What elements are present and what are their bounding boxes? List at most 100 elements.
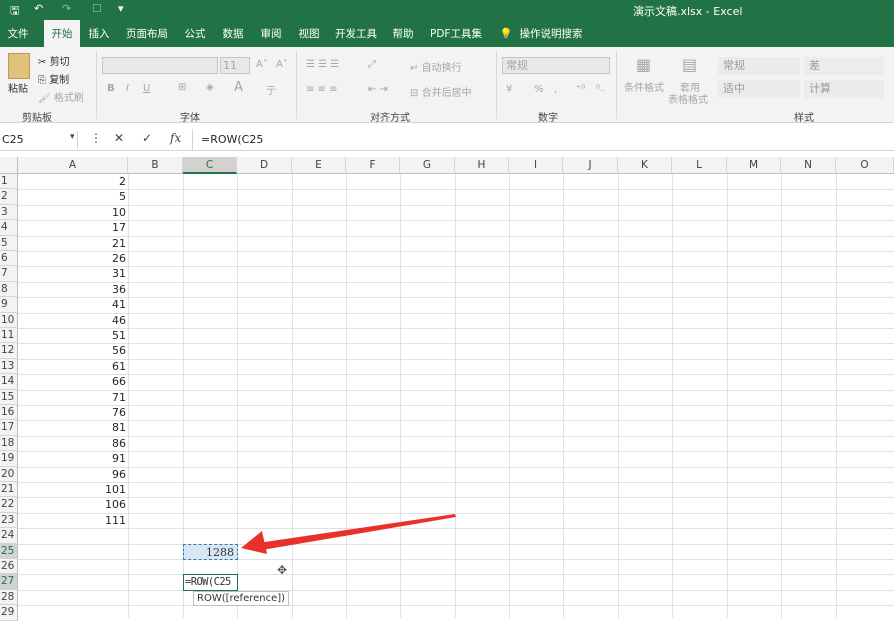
row-header-16[interactable]: 16 [0,405,18,421]
row-header-3[interactable]: 3 [0,204,18,221]
paste-button[interactable]: 粘贴 [8,80,28,95]
row-header-25[interactable]: 25 [0,543,18,559]
cell-a18[interactable]: 86 [18,436,126,451]
borders-icon[interactable]: ⊞ [178,82,186,93]
cell-a10[interactable]: 46 [18,313,126,328]
cell-a11[interactable]: 51 [18,328,126,343]
row-header-15[interactable]: 15 [0,389,18,405]
row-header-12[interactable]: 12 [0,343,18,359]
cell-a1[interactable]: 2 [18,174,126,189]
column-header-g[interactable]: G [400,157,455,174]
column-header-b[interactable]: B [128,157,183,174]
decimal-decrease-icon[interactable]: ⁰₋ [596,84,605,95]
column-header-n[interactable]: N [781,157,836,174]
font-grow-icon[interactable]: A˄ [256,59,268,70]
row-header-19[interactable]: 19 [0,451,18,467]
row-header-8[interactable]: 8 [0,281,18,298]
bold-button[interactable]: B [107,83,115,94]
row-header-27[interactable]: 27 [0,574,18,590]
redo-icon[interactable]: ↷ [62,2,71,15]
format-painter-button[interactable]: 🖌 格式刷 [38,89,84,104]
insert-function-icon[interactable]: fx [170,131,181,145]
cell-a2[interactable]: 5 [18,189,126,204]
cell-a8[interactable]: 36 [18,282,126,297]
cell-a23[interactable]: 111 [18,513,126,528]
orientation-icon[interactable]: ⤢ [368,59,376,70]
percent-button[interactable]: % [534,84,544,95]
align-top-icon[interactable]: ☰ ☰ ☰ [306,59,339,70]
tab-review[interactable]: 审阅 [254,20,288,47]
row-header-10[interactable]: 10 [0,312,18,328]
format-table-icon[interactable]: ▤ [682,55,697,74]
paste-icon[interactable] [8,53,30,79]
number-format-dropdown[interactable]: 常规 [502,57,610,74]
column-header-d[interactable]: D [237,157,292,174]
row-header-1[interactable]: 1 [0,174,18,190]
cancel-icon[interactable]: ✕ [114,131,124,145]
comma-style-icon[interactable]: , [554,84,557,95]
font-shrink-icon[interactable]: A˅ [276,59,288,70]
font-name-dropdown[interactable] [102,57,218,74]
cut-button[interactable]: ✂ 剪切 [38,53,70,68]
column-header-a[interactable]: A [18,157,128,174]
tab-data[interactable]: 数据 [216,20,250,47]
tab-pdf-tools[interactable]: PDF工具集 [426,20,486,47]
cell-a4[interactable]: 17 [18,220,126,235]
cell-a9[interactable]: 41 [18,297,126,312]
worksheet-grid[interactable]: ABCDEFGHIJKLMNO 1 2 3 4 5 6 7 8 9 10 11 12 13 14 15 16 1… [0,157,894,621]
style-neutral[interactable]: 适中 [718,80,800,98]
row-header-26[interactable]: 26 [0,559,18,575]
style-bad[interactable]: 差 [804,57,884,75]
format-table-line2[interactable]: 表格格式 [668,91,708,106]
column-header-o[interactable]: O [836,157,894,174]
formula-input[interactable]: =ROW(C25 [192,129,894,151]
wrap-text-button[interactable]: ↵ 自动换行 [410,59,462,74]
column-header-m[interactable]: M [727,157,781,174]
style-calculation[interactable]: 计算 [804,80,884,98]
undo-icon[interactable]: ↶ [34,2,43,15]
save-icon[interactable]: 🖫 [10,2,19,21]
row-header-14[interactable]: 14 [0,374,18,390]
style-normal[interactable]: 常规 [718,57,800,75]
row-header-22[interactable]: 22 [0,497,18,513]
tab-developer[interactable]: 开发工具 [330,20,382,47]
cell-c25-selected[interactable]: 1288 [183,543,238,560]
merge-center-button[interactable]: ⊟ 合并后居中 [410,84,472,99]
cell-c27-editing[interactable]: =ROW(C25 [183,574,238,591]
cell-a17[interactable]: 81 [18,420,126,435]
row-header-18[interactable]: 18 [0,435,18,452]
column-header-i[interactable]: I [509,157,563,174]
cell-a16[interactable]: 76 [18,405,126,420]
cell-a14[interactable]: 66 [18,374,126,389]
row-header-2[interactable]: 2 [0,189,18,205]
cell-a20[interactable]: 96 [18,467,126,482]
name-box[interactable]: C25 [0,131,78,149]
customize-qa-icon[interactable]: ▾ [118,2,124,15]
column-header-e[interactable]: E [292,157,346,174]
tell-me-search[interactable]: 操作说明搜索 [516,20,586,47]
row-header-11[interactable]: 11 [0,328,18,344]
tab-page-layout[interactable]: 页面布局 [122,20,172,47]
function-tooltip[interactable]: ROW([reference]) [193,590,290,606]
enter-icon[interactable]: ✓ [142,131,152,145]
row-header-29[interactable]: 29 [0,605,18,621]
tab-help[interactable]: 帮助 [386,20,420,47]
row-header-13[interactable]: 13 [0,358,18,375]
select-all-button[interactable] [0,157,18,174]
conditional-format-button[interactable]: 条件格式 [624,79,664,94]
cell-a5[interactable]: 21 [18,236,126,251]
row-header-4[interactable]: 4 [0,220,18,236]
row-header-5[interactable]: 5 [0,235,18,251]
cell-a13[interactable]: 61 [18,359,126,374]
row-header-9[interactable]: 9 [0,297,18,313]
italic-button[interactable]: I [126,83,129,94]
conditional-format-icon[interactable]: ▦ [636,55,651,74]
font-color-icon[interactable]: A [234,80,243,95]
cell-a21[interactable]: 101 [18,482,126,497]
cell-a6[interactable]: 26 [18,251,126,266]
tab-file[interactable]: 文件 [0,20,36,47]
row-header-24[interactable]: 24 [0,528,18,544]
column-header-h[interactable]: H [455,157,509,174]
touch-mode-icon[interactable]: ☐ [92,2,102,15]
row-header-23[interactable]: 23 [0,512,18,529]
